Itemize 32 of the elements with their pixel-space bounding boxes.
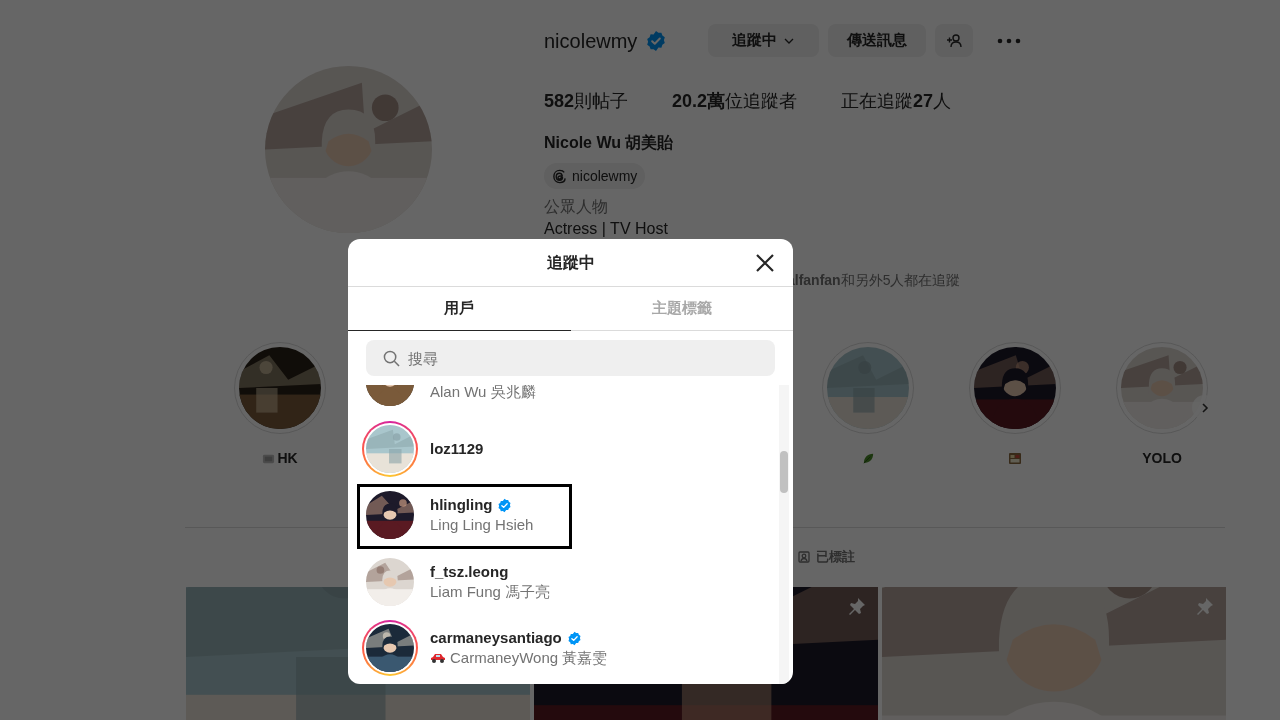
- dialog-tab[interactable]: 主題標籤: [570, 287, 793, 330]
- full-name-text: Alan Wu 吳兆麟: [430, 385, 536, 403]
- tagged-icon: [798, 550, 810, 563]
- scrollbar-thumb[interactable]: [780, 451, 788, 493]
- username-link[interactable]: loz1129: [430, 438, 484, 459]
- close-icon: [755, 253, 775, 273]
- profile-username: nicolewmy: [544, 29, 638, 54]
- full-name-text: Ling Ling Hsieh: [430, 515, 534, 536]
- stat-link[interactable]: 正在追蹤27人: [841, 88, 952, 115]
- threads-icon: [552, 168, 567, 184]
- leaf-icon: [861, 451, 875, 465]
- stat-link[interactable]: 20.2萬位追蹤者: [672, 88, 798, 115]
- username-link[interactable]: hlingling: [430, 495, 493, 516]
- add-person-button[interactable]: [935, 24, 973, 57]
- search-field[interactable]: 搜尋: [366, 340, 775, 376]
- category-label: 公眾人物: [544, 197, 608, 217]
- dialog-tab[interactable]: 用戶: [348, 287, 571, 331]
- stat-link[interactable]: 582則帖子: [544, 88, 629, 115]
- full-name: Nicole Wu 胡美貽: [544, 133, 674, 153]
- bio-text: Actress | TV Host: [544, 219, 668, 239]
- message-button[interactable]: 傳送訊息: [828, 24, 926, 57]
- tagged-tab[interactable]: 已標註: [798, 547, 855, 567]
- bento-box-icon: [1008, 451, 1022, 465]
- threads-link[interactable]: nicolewmy: [544, 163, 646, 189]
- chevron-right-icon: [1199, 402, 1210, 413]
- highlight-label: YOLO: [1142, 448, 1182, 468]
- more-icon: [997, 37, 1021, 44]
- following-button[interactable]: 追蹤中: [708, 24, 819, 57]
- username-link[interactable]: f_tsz.leong: [430, 561, 509, 582]
- highlight-label: HK: [277, 448, 298, 468]
- add-person-icon: [946, 32, 962, 49]
- dialog-title: 追蹤中: [546, 252, 595, 273]
